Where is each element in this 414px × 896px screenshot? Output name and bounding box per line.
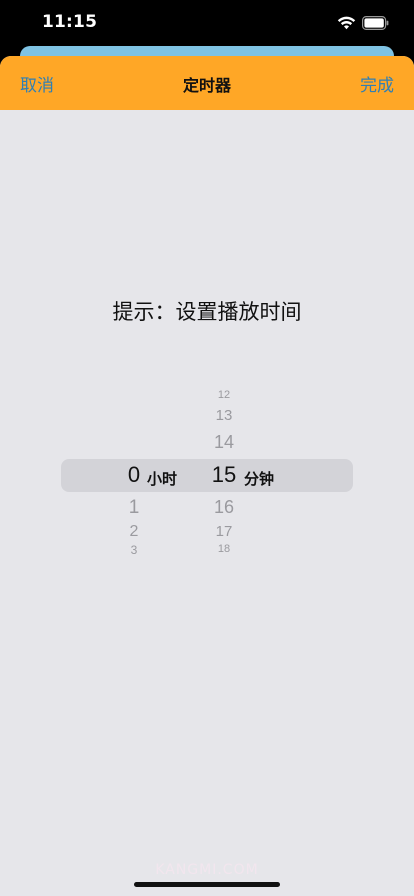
hours-unit-label: 小时 xyxy=(147,470,178,488)
time-picker[interactable]: 0 小时 1 2 3 12 13 14 15 分钟 16 17 18 xyxy=(0,386,414,561)
app-screen: 11:15 取消 定时器 完成 提示：设置播放时间 0 小时 1 2 3 12 … xyxy=(0,0,414,896)
home-indicator[interactable] xyxy=(134,882,280,887)
wifi-icon xyxy=(337,15,356,30)
status-time: 11:15 xyxy=(42,12,98,32)
hours-value-below-1[interactable]: 1 xyxy=(122,498,146,517)
minutes-value-below-3[interactable]: 18 xyxy=(208,544,240,555)
sheet-header: 取消 定时器 完成 xyxy=(0,56,414,110)
minutes-unit-label: 分钟 xyxy=(244,470,275,488)
timer-sheet: 取消 定时器 完成 提示：设置播放时间 0 小时 1 2 3 12 13 14 … xyxy=(0,56,414,896)
minutes-value-below-1[interactable]: 16 xyxy=(206,498,242,516)
status-bar: 11:15 xyxy=(0,0,414,46)
hours-value-below-2[interactable]: 2 xyxy=(122,524,146,540)
watermark-text: KANGMI.COM xyxy=(155,862,259,878)
hours-selected-value[interactable]: 0 xyxy=(122,464,146,486)
done-button[interactable]: 完成 xyxy=(360,71,394,96)
battery-icon xyxy=(362,15,389,31)
minutes-value-above-2[interactable]: 13 xyxy=(208,408,240,423)
hint-text: 提示：设置播放时间 xyxy=(112,300,302,324)
minutes-value-below-2[interactable]: 17 xyxy=(208,524,240,539)
sheet-title: 定时器 xyxy=(182,76,231,95)
hours-value-below-3[interactable]: 3 xyxy=(124,544,144,556)
minutes-selected-value[interactable]: 15 xyxy=(206,464,242,486)
minutes-value-above-3[interactable]: 12 xyxy=(208,390,240,401)
minutes-value-above-1[interactable]: 14 xyxy=(206,433,242,451)
